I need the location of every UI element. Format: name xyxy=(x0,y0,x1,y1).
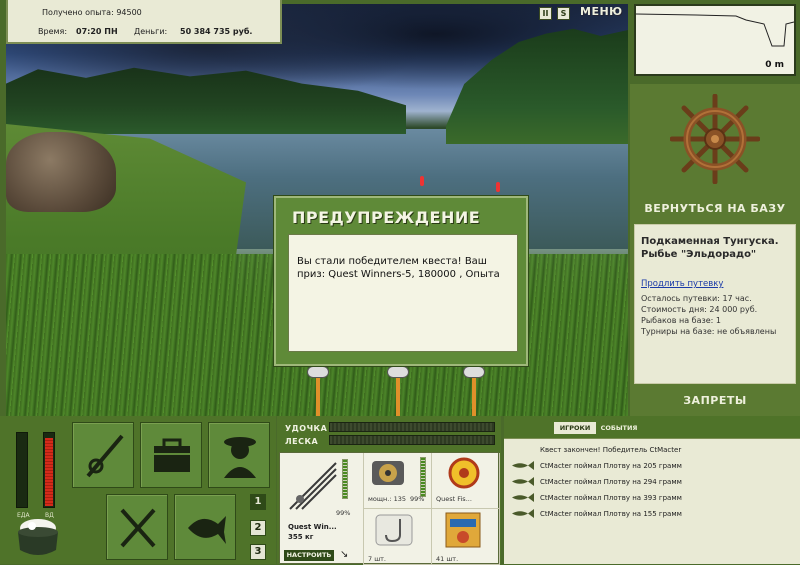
fisherman-icon xyxy=(224,437,256,478)
rod-tension-bar xyxy=(329,422,495,432)
events-log: Квест закончен! Победитель CtMacter CtMa… xyxy=(504,438,800,564)
cooking-pot-icon[interactable] xyxy=(12,516,64,562)
list-item: CtMacter поймал Плотву на 294 грамм xyxy=(504,475,800,489)
vodka-meter-fill xyxy=(45,437,53,506)
tackle-box-icon xyxy=(154,438,190,472)
fork-knife-icon xyxy=(120,508,156,548)
reel-icon xyxy=(307,366,329,378)
dialog-title: ПРЕДУПРЕЖДЕНИЕ xyxy=(292,208,481,227)
depth-minimap[interactable]: 0 m xyxy=(634,4,796,76)
bait-count: 41 шт. xyxy=(436,555,459,563)
rod-percent: 99% xyxy=(336,509,351,517)
rod-name: Quest Win... xyxy=(288,523,337,531)
event-text: CtMacter поймал Плотву на 294 грамм xyxy=(540,478,682,486)
rod-stand-1[interactable] xyxy=(316,372,320,416)
line-tension-bar xyxy=(329,435,495,445)
tab-players[interactable]: ИГРОКИ xyxy=(554,422,596,434)
arrow-down-right-icon[interactable]: ↘ xyxy=(340,549,348,560)
money-label: Деньги: xyxy=(134,27,168,36)
experience-text: Получено опыта: 94500 xyxy=(42,8,142,17)
fisherman-slot[interactable] xyxy=(208,422,270,488)
return-to-base-button[interactable]: ВЕРНУТЬСЯ НА БАЗУ xyxy=(630,202,800,215)
vodka-meter xyxy=(43,432,55,508)
list-item: CtMacter поймал Плотву на 393 грамм xyxy=(504,491,800,505)
reel-condition-bar xyxy=(420,457,426,497)
rod-weight: 355 кг xyxy=(288,533,314,541)
time-label: Время: xyxy=(38,27,68,36)
time-value: 07:20 ПН xyxy=(76,27,118,36)
line-name: Quest Fis... xyxy=(436,495,472,503)
event-text: CtMacter поймал Плотву на 205 грамм xyxy=(540,462,682,470)
rod-cell[interactable]: 99% Quest Win... 355 кг НАСТРОИТЬ ↘ xyxy=(280,453,364,565)
hook-cell[interactable]: 7 шт. xyxy=(364,509,432,565)
permit-remaining: Осталось путевки: 17 час. xyxy=(641,294,752,303)
base-name: Подкаменная Тунгуска. Рыбье "Эльдорадо" xyxy=(641,236,779,260)
depth-value: 0 m xyxy=(765,60,784,70)
list-item: CtMacter поймал Плотву на 205 грамм xyxy=(504,459,800,473)
reel-icon xyxy=(387,366,409,378)
food-meter xyxy=(16,432,28,508)
bait-pack-icon xyxy=(445,512,481,548)
slot-button-1[interactable]: 1 xyxy=(250,494,266,510)
event-text: CtMacter поймал Плотву на 155 грамм xyxy=(540,510,682,518)
ship-wheel-icon[interactable] xyxy=(670,94,760,184)
rod-condition-bar xyxy=(342,459,348,499)
rod-stand-3[interactable] xyxy=(472,372,476,416)
bait-cell[interactable]: 41 шт. xyxy=(432,509,500,565)
fish-icon xyxy=(188,516,226,544)
anglers-count: Рыбаков на базе: 1 xyxy=(641,316,721,325)
slot-button-3[interactable]: 3 xyxy=(250,544,266,560)
money-value: 50 384 735 руб. xyxy=(180,27,253,36)
fish-icon xyxy=(512,461,534,470)
dialog-message: Вы стали победителем квеста! Ваш приз: Q… xyxy=(288,234,518,352)
food-slot[interactable] xyxy=(106,494,168,560)
event-header: Квест закончен! Победитель CtMacter xyxy=(504,443,800,457)
line-bar-label: ЛЕСКА xyxy=(285,437,319,446)
hook-count: 7 шт. xyxy=(368,555,387,563)
menu-button[interactable]: МЕНЮ xyxy=(580,5,623,18)
warning-dialog[interactable]: ПРЕДУПРЕЖДЕНИЕ Вы стали победителем квес… xyxy=(274,196,528,366)
player-stats-panel: Получено опыта: 94500 Время: 07:20 ПН Де… xyxy=(6,0,282,44)
right-panel: ВЕРНУТЬСЯ НА БАЗУ Подкаменная Тунгуска. … xyxy=(630,84,800,416)
tackle-box-slot[interactable] xyxy=(140,422,202,488)
setup-button[interactable]: НАСТРОИТЬ xyxy=(284,550,334,561)
reel-percent: 99% xyxy=(410,495,425,503)
day-cost: Стоимость дня: 24 000 руб. xyxy=(641,305,758,314)
sound-button[interactable]: S xyxy=(557,7,570,20)
float-icon[interactable] xyxy=(496,182,500,192)
inventory-panel: ЕДА ВД 1 2 3 xyxy=(0,416,276,564)
reel-icon xyxy=(372,461,404,485)
fishing-line-cell[interactable]: Quest Fis... xyxy=(432,453,500,509)
fish-icon xyxy=(512,493,534,502)
rod-stand-2[interactable] xyxy=(396,372,400,416)
reel-icon xyxy=(463,366,485,378)
base-info-panel: Подкаменная Тунгуска. Рыбье "Эльдорадо" … xyxy=(634,224,796,384)
list-item: CtMacter поймал Плотву на 155 грамм xyxy=(504,507,800,521)
tackle-setup-box: 99% Quest Win... 355 кг НАСТРОИТЬ ↘ мощн… xyxy=(279,452,500,565)
reel-cell[interactable]: мощн.: 135 99% xyxy=(364,453,432,509)
event-text: CtMacter поймал Плотву на 393 грамм xyxy=(540,494,682,502)
tournaments-info: Турниры на базе: не объявлены xyxy=(641,327,777,336)
fish-icon xyxy=(512,509,534,518)
tab-events[interactable]: СОБЫТИЯ xyxy=(598,422,640,434)
slot-button-2[interactable]: 2 xyxy=(250,520,266,536)
shore-rock xyxy=(6,132,116,212)
reel-power: мощн.: 135 xyxy=(368,495,406,503)
extend-permit-link[interactable]: Продлить путевку xyxy=(641,279,789,289)
rod-bar-label: УДОЧКА xyxy=(285,424,328,433)
hook-icon xyxy=(375,514,413,546)
rod-icon xyxy=(289,462,337,510)
events-panel: ИГРОКИ СОБЫТИЯ Квест закончен! Победител… xyxy=(504,416,800,564)
event-text: Квест закончен! Победитель CtMacter xyxy=(540,446,682,454)
pause-button[interactable]: II xyxy=(539,7,552,20)
line-spool-icon xyxy=(448,457,480,489)
bans-button[interactable]: ЗАПРЕТЫ xyxy=(630,394,800,407)
fish-keepnet-slot[interactable] xyxy=(174,494,236,560)
float-icon[interactable] xyxy=(420,176,424,186)
tackle-panel: УДОЧКА ЛЕСКА 99% Quest Win... 355 кг НАС… xyxy=(277,416,501,565)
fish-icon xyxy=(512,477,534,486)
fishing-rod-icon xyxy=(86,434,124,478)
rods-slot[interactable] xyxy=(72,422,134,488)
